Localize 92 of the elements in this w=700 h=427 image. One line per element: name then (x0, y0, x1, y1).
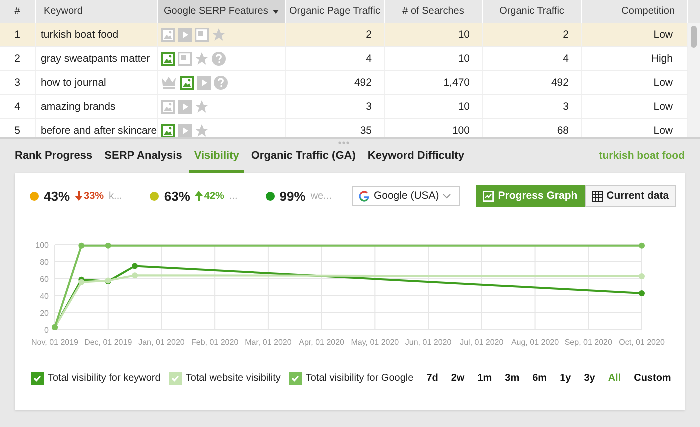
y-axis-label: 60 (40, 275, 49, 284)
range-button[interactable]: 3y (579, 373, 600, 384)
tab[interactable]: Keyword Difficulty (362, 150, 470, 173)
point (132, 272, 138, 279)
stat-label: we... (310, 190, 332, 202)
stat-label: k... (109, 190, 122, 202)
table-row[interactable]: 3 how to journal 492 1,470 492 Low (0, 71, 688, 95)
point (639, 273, 645, 280)
table-cell: 2 (483, 23, 582, 46)
x-axis-label: Jul, 01 2020 (460, 338, 504, 347)
table-cell: 10 (385, 95, 483, 118)
table-cell: 10 (385, 47, 483, 70)
change-value: 33% (84, 190, 104, 202)
x-axis-label: Apr, 01 2020 (299, 338, 344, 347)
change-value: 42% (204, 190, 224, 202)
point (639, 242, 645, 249)
y-axis-label: 80 (40, 258, 49, 267)
tab[interactable]: Organic Traffic (GA) (246, 150, 361, 173)
range-button[interactable]: 1y (555, 373, 576, 384)
chart-icon (483, 190, 494, 202)
x-axis-label: Mar, 01 2020 (245, 338, 292, 347)
x-axis-label: Jan, 01 2020 (138, 338, 185, 347)
current-keyword: turkish boat food (599, 150, 685, 164)
range-button[interactable]: 7d (422, 373, 444, 384)
column-header[interactable]: Google SERP Features (158, 0, 286, 23)
table-cell: 4 (286, 47, 385, 70)
dropdown-caret-icon (273, 10, 279, 14)
point (78, 279, 85, 286)
chevron-down-icon (443, 194, 452, 198)
keyword-cell: gray sweatpants matter (36, 47, 158, 70)
y-axis-label: 20 (40, 309, 49, 318)
grid-icon (592, 190, 603, 202)
scrollbar-thumb[interactable] (691, 26, 697, 48)
keyword-cell: how to journal (36, 71, 158, 94)
range-button[interactable]: 3m (500, 373, 525, 384)
y-axis-label: 0 (44, 326, 49, 335)
table-cell: 3 (483, 95, 582, 118)
percentage: 43% (44, 188, 70, 204)
table-cell: 68 (483, 119, 582, 137)
table-cell: 3 (286, 95, 385, 118)
keyword-cell: before and after skincare (36, 119, 158, 137)
view-toggle-button[interactable]: Current data (584, 185, 676, 207)
legend-checkbox[interactable] (168, 372, 182, 385)
table-row[interactable]: 1 turkish boat food 2 10 2 Low (0, 23, 688, 47)
point (105, 242, 112, 249)
table-row[interactable]: 5 before and after skincare 35 100 68 Low (0, 119, 688, 137)
legend-checkbox[interactable] (288, 372, 302, 385)
tab[interactable]: SERP Analysis (100, 150, 188, 173)
y-axis-label: 100 (36, 241, 49, 250)
table-cell: 2 (286, 23, 385, 46)
point (132, 263, 138, 270)
x-axis-label: Jun, 01 2020 (405, 338, 452, 347)
row-number: 5 (0, 119, 36, 137)
range-button[interactable]: 2w (446, 373, 470, 384)
table-cell: 10 (385, 23, 483, 46)
y-axis-label: 40 (40, 292, 49, 301)
point (639, 290, 645, 296)
row-number: 4 (0, 95, 36, 118)
x-axis-label: Aug, 01 2020 (511, 338, 560, 347)
row-number: 2 (0, 47, 36, 70)
x-axis-label: Feb, 01 2020 (192, 338, 239, 347)
x-axis-label: Nov, 01 2019 (32, 338, 78, 347)
x-axis-label: May, 01 2020 (351, 338, 400, 347)
table-row[interactable]: 4 amazing brands 3 10 3 Low (0, 95, 688, 119)
x-axis-label: Oct, 01 2020 (619, 338, 665, 347)
legend-label: Total website visibility (186, 373, 281, 384)
legend-label: Total visibility for Google (306, 373, 414, 384)
keyword-cell: turkish boat food (36, 23, 158, 46)
stat-label: ... (229, 190, 238, 202)
table-cell: 100 (385, 119, 483, 137)
percentage: 63% (164, 188, 190, 204)
row-number: 1 (0, 23, 36, 46)
table-cell: 4 (483, 47, 582, 70)
percentage: 99% (280, 188, 306, 204)
table-cell: 1,470 (385, 71, 483, 94)
search-engine-select[interactable]: Google (USA) (352, 186, 460, 206)
resize-grip-icon[interactable] (338, 141, 350, 145)
legend-checkbox[interactable] (31, 372, 44, 385)
x-axis-label: Dec, 01 2019 (84, 338, 132, 347)
range-button[interactable]: 6m (528, 373, 552, 384)
range-button[interactable]: Custom (629, 373, 676, 384)
table-cell: 492 (286, 71, 385, 94)
table-cell: 492 (483, 71, 582, 94)
legend-label: Total visibility for keyword (48, 373, 161, 384)
g-logo-icon (358, 190, 370, 202)
row-number: 3 (0, 71, 36, 94)
point (78, 242, 85, 249)
keyword-cell: amazing brands (36, 95, 158, 118)
table-row[interactable]: 2 gray sweatpants matter 4 10 4 High (0, 47, 688, 71)
x-axis-label: Sep, 01 2020 (564, 338, 612, 347)
range-button[interactable]: 1m (472, 373, 498, 384)
tab[interactable]: Rank Progress (15, 150, 98, 173)
